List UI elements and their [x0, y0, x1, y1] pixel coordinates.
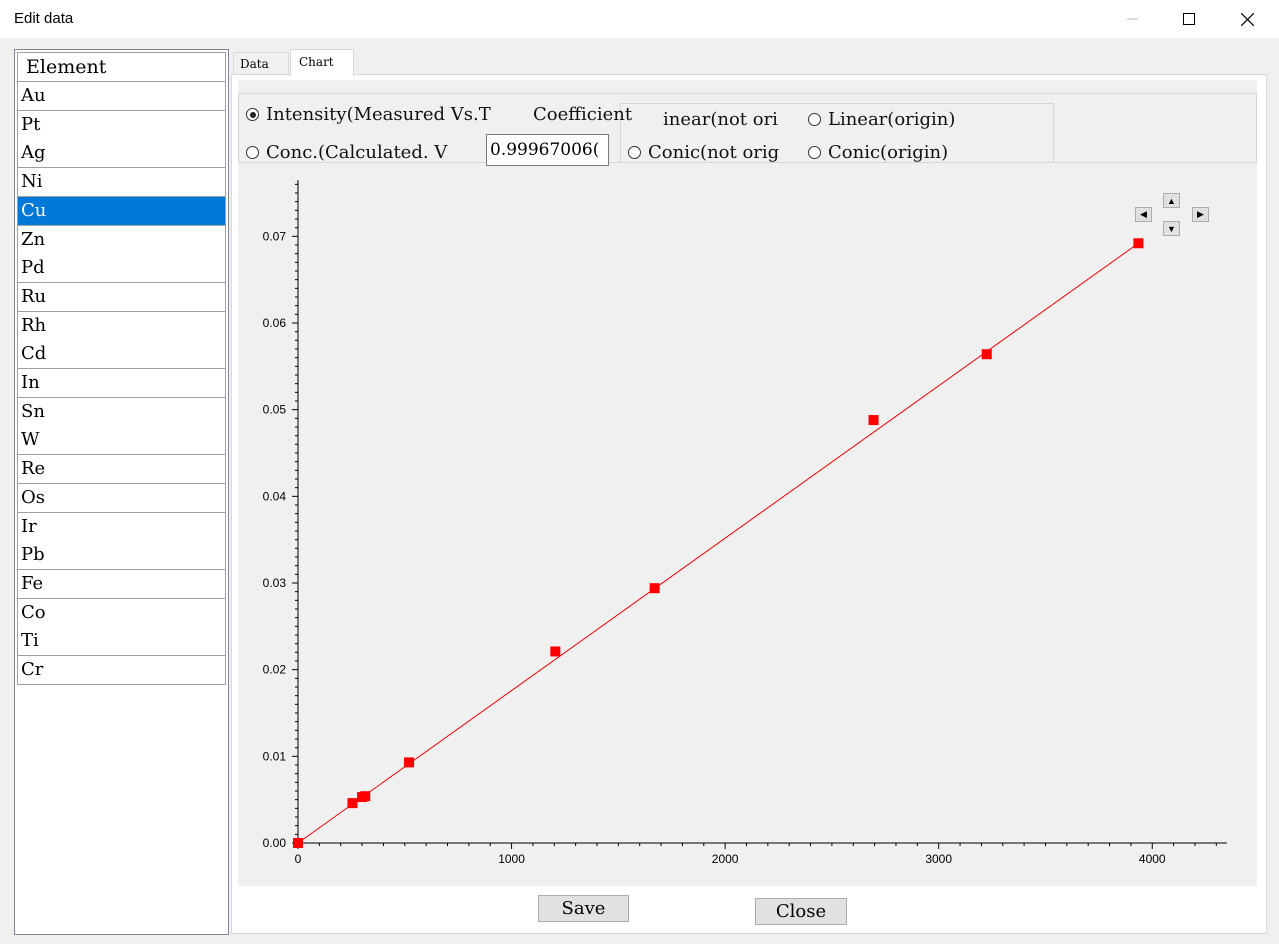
title-bar: Edit data — [0, 0, 1279, 38]
radio-intensity[interactable]: Intensity(Measured Vs.T — [246, 104, 491, 125]
pan-down-button[interactable]: ▼ — [1163, 221, 1180, 236]
radio-unchecked-icon — [808, 146, 821, 159]
y-tick-label: 0.05 — [263, 403, 287, 417]
x-tick-label: 2000 — [712, 852, 739, 866]
coefficient-input[interactable]: 0.99967006( — [486, 134, 609, 166]
radio-conc[interactable]: Conc.(Calculated. V — [246, 142, 447, 163]
list-item[interactable]: Cr — [17, 656, 226, 685]
arrow-up-icon: ▲ — [1167, 195, 1176, 206]
y-tick-label: 0.07 — [263, 229, 287, 243]
minimize-icon — [1127, 18, 1138, 20]
list-item[interactable]: Ti — [17, 627, 226, 657]
close-icon — [1240, 12, 1254, 26]
data-point — [981, 349, 992, 360]
y-tick-label: 0.02 — [263, 663, 287, 677]
radio-conic-origin-label: Conic(origin) — [828, 142, 949, 163]
list-item[interactable]: Cd — [17, 340, 226, 370]
list-item[interactable]: Fe — [17, 569, 226, 599]
save-button[interactable]: Save — [538, 895, 629, 922]
x-tick-label: 3000 — [925, 852, 952, 866]
list-item[interactable]: Pb — [17, 541, 226, 571]
radio-conic-not-origin[interactable]: Conic(not orig — [628, 142, 779, 163]
y-tick-label: 0.03 — [263, 576, 287, 590]
y-tick-label: 0.04 — [263, 489, 287, 503]
list-item[interactable]: Cu — [17, 196, 226, 226]
y-tick-label: 0.00 — [263, 836, 287, 850]
pan-up-button[interactable]: ▲ — [1163, 193, 1180, 208]
radio-linear-origin[interactable]: Linear(origin) — [808, 109, 955, 130]
list-item[interactable]: Zn — [17, 225, 226, 255]
maximize-icon — [1183, 13, 1195, 25]
list-item[interactable]: Au — [17, 82, 226, 111]
y-tick-label: 0.01 — [263, 749, 287, 763]
tab-data[interactable]: Data — [233, 52, 289, 74]
list-item[interactable]: Pd — [17, 254, 226, 284]
radio-conic-origin[interactable]: Conic(origin) — [808, 142, 948, 163]
pan-left-button[interactable]: ◀ — [1135, 207, 1152, 222]
arrow-down-icon: ▼ — [1167, 223, 1176, 234]
fit-line — [297, 242, 1139, 844]
radio-unchecked-icon — [808, 113, 821, 126]
pan-right-button[interactable]: ▶ — [1192, 207, 1209, 222]
element-list[interactable]: Element Au Pt Ag Ni Cu Zn Pd Ru Rh Cd In Sn W Re Os Ir P… — [14, 49, 229, 935]
radio-linear-not-origin-label: inear(not ori — [663, 109, 778, 130]
data-point — [293, 838, 303, 848]
list-item[interactable]: Ni — [17, 168, 226, 198]
radio-unchecked-icon — [628, 146, 641, 159]
data-point — [550, 646, 561, 657]
minimize-button[interactable] — [1104, 0, 1162, 38]
maximize-button[interactable] — [1160, 0, 1218, 38]
data-point — [649, 583, 660, 594]
list-item[interactable]: Ru — [17, 282, 226, 312]
list-item[interactable]: Sn — [17, 397, 226, 427]
radio-linear-origin-label: Linear(origin) — [828, 109, 956, 130]
window-title: Edit data — [14, 10, 74, 27]
data-point — [1133, 238, 1144, 249]
close-button[interactable]: Close — [755, 898, 847, 925]
y-tick-label: 0.06 — [263, 316, 287, 330]
list-item[interactable]: In — [17, 369, 226, 398]
close-window-button[interactable] — [1218, 0, 1276, 38]
radio-linear-not-origin[interactable]: inear(not ori — [663, 109, 778, 130]
x-tick-label: 4000 — [1139, 852, 1166, 866]
tab-chart[interactable]: Chart — [290, 49, 354, 76]
radio-unchecked-icon — [246, 146, 259, 159]
x-tick-label: 1000 — [498, 852, 525, 866]
data-point — [404, 757, 415, 768]
radio-intensity-label: Intensity(Measured Vs.T — [266, 104, 491, 125]
list-item[interactable]: Co — [17, 598, 226, 628]
list-item[interactable]: Re — [17, 455, 226, 485]
x-tick-label: 0 — [295, 852, 302, 866]
arrow-left-icon: ◀ — [1140, 209, 1147, 219]
data-point — [347, 798, 358, 809]
radio-checked-icon — [246, 108, 259, 121]
coefficient-label: Coefficient — [533, 104, 633, 125]
element-column-header[interactable]: Element — [17, 52, 226, 82]
list-item[interactable]: Ir — [17, 512, 226, 542]
list-item[interactable]: W — [17, 426, 226, 456]
data-point — [868, 415, 879, 426]
radio-conc-label: Conc.(Calculated. V — [266, 142, 448, 163]
radio-conic-not-origin-label: Conic(not orig — [648, 142, 780, 163]
calibration-chart: 0 1000 2000 3000 4000 0.00 0.01 0.02 0.03 0.04 0.0… — [263, 180, 1227, 866]
list-item[interactable]: Pt — [17, 110, 226, 140]
arrow-right-icon: ▶ — [1197, 209, 1204, 219]
list-item[interactable]: Os — [17, 483, 226, 513]
data-point — [360, 791, 371, 802]
list-item[interactable]: Ag — [17, 139, 226, 169]
list-item[interactable]: Rh — [17, 311, 226, 341]
